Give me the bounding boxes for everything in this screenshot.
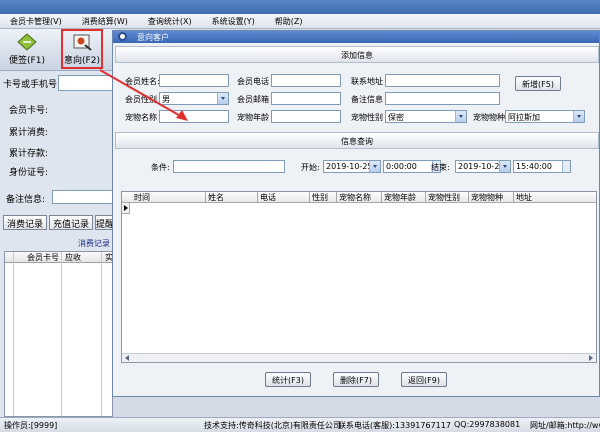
search-label: 卡号或手机号 <box>3 80 58 90</box>
member-gender-select[interactable]: 男 <box>159 92 229 105</box>
menu-query-stats[interactable]: 查询统计(X) <box>138 14 202 28</box>
query-section: 信息查询 <box>115 132 599 149</box>
horizontal-scrollbar[interactable] <box>122 353 596 362</box>
remark-label: 备注信息 <box>351 95 383 104</box>
member-email-input[interactable] <box>271 92 341 105</box>
consume-records-title: 消费记录 <box>78 239 110 248</box>
menu-settings[interactable]: 系统设置(Y) <box>202 14 265 28</box>
address-input[interactable] <box>385 74 500 87</box>
start-label: 开始: <box>301 163 320 172</box>
qq-status: QQ:2997838081 <box>454 420 521 429</box>
dialog-title-bar: 意向客户 <box>113 31 599 43</box>
end-label: 结束: <box>431 163 450 172</box>
pet-breed-select[interactable]: 阿拉斯加 <box>505 110 585 123</box>
id-number-label: 身份证号: <box>9 168 49 178</box>
col-name: 姓名 <box>208 193 224 202</box>
col-time: 时间 <box>134 193 150 202</box>
pet-name-input[interactable] <box>159 110 229 123</box>
card-search-input[interactable] <box>58 75 113 91</box>
col-gender: 性别 <box>312 193 328 202</box>
memo-label: 备注信息: <box>6 195 46 205</box>
member-email-label: 会员邮箱 <box>237 95 269 104</box>
col-receivable: 应收 <box>65 253 81 262</box>
scroll-left-icon[interactable] <box>124 355 131 361</box>
chevron-down-icon <box>369 161 380 172</box>
card-number-label: 会员卡号: <box>9 106 49 116</box>
col-phone: 电话 <box>260 193 276 202</box>
add-button[interactable]: 新增(F5) <box>515 76 561 91</box>
pet-name-label: 宠物名称 <box>125 113 157 122</box>
chevron-down-icon <box>455 111 466 122</box>
col-card-number: 会员卡号 <box>27 253 59 262</box>
highlight-box <box>61 29 103 69</box>
pet-breed-label: 宠物物种 <box>473 113 505 122</box>
col-pet-gender: 宠物性别 <box>428 193 460 202</box>
end-date-picker[interactable]: 2019-10-25 <box>455 160 511 173</box>
member-phone-input[interactable] <box>271 74 341 87</box>
note-button[interactable]: 便签(F1) <box>2 31 52 69</box>
pet-gender-select[interactable]: 保密 <box>385 110 467 123</box>
remark-input[interactable] <box>385 92 500 105</box>
note-icon <box>17 33 37 51</box>
add-info-section: 添加信息 <box>115 46 599 63</box>
total-consume-label: 累计消费: <box>9 128 49 138</box>
memo-input[interactable] <box>52 190 113 204</box>
reminder-button[interactable]: 提醒 <box>95 215 113 230</box>
chevron-down-icon <box>217 93 228 104</box>
address-label: 联系地址 <box>351 77 383 86</box>
member-phone-label: 会员电话 <box>237 77 269 86</box>
row-indicator-icon <box>122 203 130 214</box>
intent-customer-dialog: 意向客户 添加信息 会员姓名: 会员电话 联系地址 新增(F5) 会员性别 男 … <box>112 30 600 397</box>
start-date-picker[interactable]: 2019-10-25 <box>323 160 381 173</box>
chevron-down-icon <box>573 111 584 122</box>
intent-customer-grid[interactable]: 时间 姓名 电话 性别 宠物名称 宠物年龄 宠物性别 宠物物种 地址 <box>121 191 597 363</box>
consume-records-grid[interactable]: 会员卡号 应收 实 <box>4 251 113 417</box>
stats-button[interactable]: 统计(F3) <box>265 372 311 387</box>
condition-label: 条件: <box>151 163 170 172</box>
spinner-icon[interactable] <box>562 161 570 172</box>
chevron-down-icon <box>499 161 510 172</box>
condition-input[interactable] <box>173 160 285 173</box>
grid-header: 时间 姓名 电话 性别 宠物名称 宠物年龄 宠物性别 宠物物种 地址 <box>122 192 596 203</box>
menu-checkout[interactable]: 消费结算(W) <box>72 14 138 28</box>
support-status: 技术支持:传奇科技(北京)有限责任公司 <box>204 421 341 430</box>
operator-status: 操作员:[9999] <box>4 421 58 430</box>
delete-button[interactable]: 删除(F7) <box>333 372 379 387</box>
recharge-records-button[interactable]: 充值记录 <box>49 215 93 230</box>
member-gender-label: 会员性别 <box>125 95 157 104</box>
pet-age-input[interactable] <box>271 110 341 123</box>
pet-age-label: 宠物年龄 <box>237 113 269 122</box>
col-pet-breed: 宠物物种 <box>471 193 503 202</box>
back-button[interactable]: 返回(F9) <box>401 372 447 387</box>
col-pet-name: 宠物名称 <box>339 193 371 202</box>
pet-gender-label: 宠物性别 <box>351 113 383 122</box>
end-time-input[interactable]: 15:40:00 <box>513 160 571 173</box>
menu-bar: 会员卡管理(V) 消费结算(W) 查询统计(X) 系统设置(Y) 帮助(Z) <box>0 14 600 29</box>
member-name-label: 会员姓名: <box>125 77 160 86</box>
phone-status: 联系电话(客服):13391767117 <box>338 421 451 430</box>
dialog-app-icon <box>118 32 127 41</box>
col-pet-age: 宠物年龄 <box>384 193 416 202</box>
menu-member-card[interactable]: 会员卡管理(V) <box>0 14 72 28</box>
menu-help[interactable]: 帮助(Z) <box>265 14 313 28</box>
site-status: 网址/邮箱:http://www.rc <box>530 421 600 430</box>
left-panel: 卡号或手机号 会员卡号: 累计消费: 累计存款: 身份证号: 备注信息: 消费记… <box>0 71 113 417</box>
total-deposit-label: 累计存款: <box>9 149 49 159</box>
consume-records-button[interactable]: 消费记录 <box>3 215 47 230</box>
status-bar: 操作员:[9999] 技术支持:传奇科技(北京)有限责任公司 联系电话(客服):… <box>0 417 600 432</box>
member-name-input[interactable] <box>159 74 229 87</box>
consume-grid-header: 会员卡号 应收 实 <box>5 252 113 263</box>
col-address: 地址 <box>516 193 532 202</box>
main-title-bar <box>0 0 600 14</box>
dialog-title: 意向客户 <box>137 33 169 42</box>
scroll-right-icon[interactable] <box>587 355 594 361</box>
